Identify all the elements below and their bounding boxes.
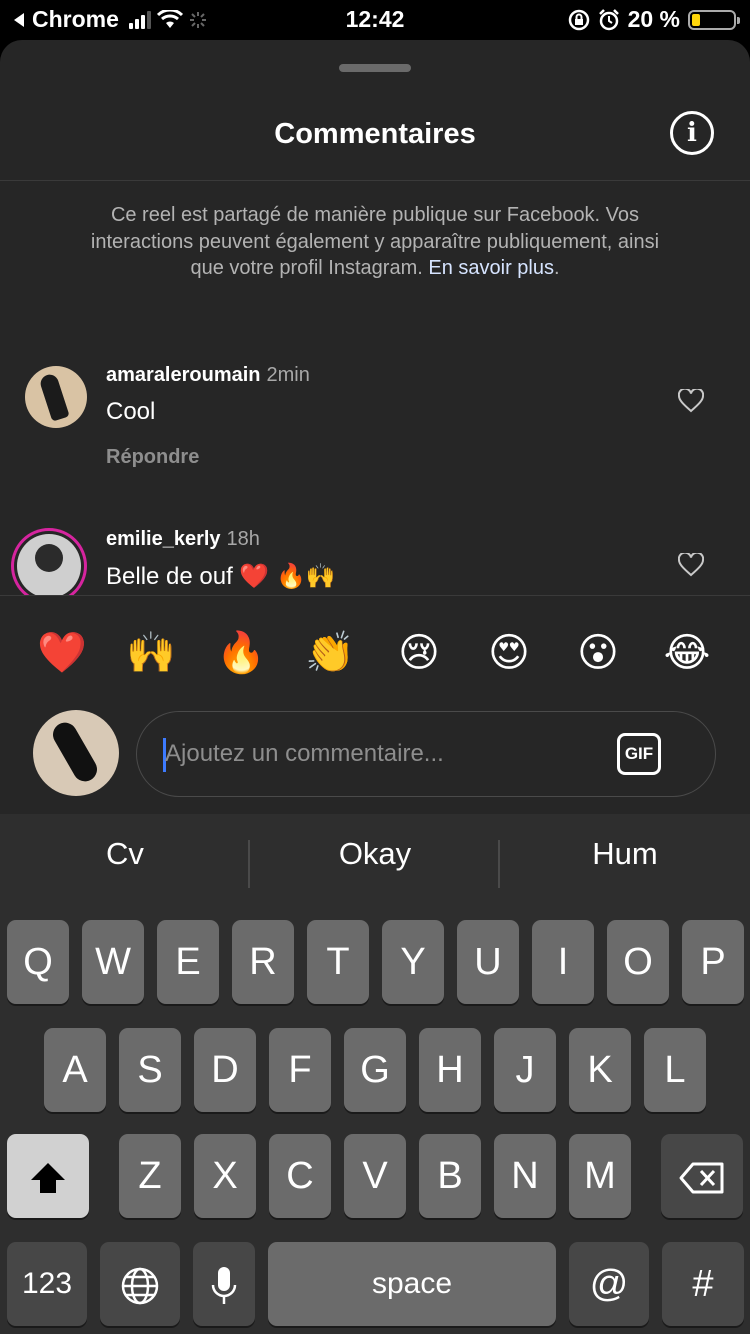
sheet-grabber[interactable]: [339, 64, 411, 72]
key-s[interactable]: S: [119, 1028, 181, 1112]
at-key[interactable]: @: [569, 1242, 649, 1326]
heart-outline-icon[interactable]: [678, 553, 704, 577]
notice-text: Ce reel est partagé de manière publique …: [90, 204, 660, 279]
key-k[interactable]: K: [569, 1028, 631, 1112]
emoji-laughing[interactable]: 😂: [662, 628, 712, 678]
key-g[interactable]: G: [344, 1028, 406, 1112]
keyboard: Cv Okay Hum Q W E R T Y U I O P A S D F …: [0, 814, 750, 1334]
shift-key[interactable]: [7, 1134, 89, 1218]
learn-more-link[interactable]: En savoir plus: [428, 257, 554, 279]
key-i[interactable]: I: [532, 920, 594, 1004]
backspace-key[interactable]: [661, 1134, 743, 1218]
alarm-icon: [598, 8, 619, 30]
comment-input[interactable]: Ajoutez un commentaire... GIF: [136, 711, 716, 797]
comment-text: Cool: [106, 398, 156, 425]
key-n[interactable]: N: [494, 1134, 556, 1218]
key-z[interactable]: Z: [119, 1134, 181, 1218]
comment-username[interactable]: emilie_kerly: [106, 528, 221, 550]
comment-composer: Ajoutez un commentaire... GIF: [0, 700, 750, 814]
gif-button[interactable]: GIF: [617, 733, 661, 775]
space-key[interactable]: space: [268, 1242, 556, 1326]
numbers-key[interactable]: 123: [7, 1242, 87, 1326]
comment-text: Belle de ouf ❤️ 🔥🙌: [106, 563, 336, 590]
key-y[interactable]: Y: [382, 920, 444, 1004]
key-j[interactable]: J: [494, 1028, 556, 1112]
battery-icon: [688, 9, 740, 30]
current-user-avatar: [33, 710, 119, 796]
emoji-crying[interactable]: 😢: [394, 628, 444, 678]
emoji-fire[interactable]: 🔥: [216, 628, 266, 678]
globe-key[interactable]: [100, 1242, 180, 1326]
emoji-raised-hands[interactable]: 🙌: [126, 628, 176, 678]
comments-sheet: Commentaires i Ce reel est partagé de ma…: [0, 40, 750, 814]
hash-key[interactable]: #: [662, 1242, 744, 1326]
microphone-icon: [211, 1266, 237, 1304]
suggestion-2[interactable]: Okay: [250, 836, 500, 872]
key-w[interactable]: W: [82, 920, 144, 1004]
shift-icon: [31, 1162, 65, 1193]
emoji-heart-eyes[interactable]: 😍: [484, 628, 534, 678]
key-x[interactable]: X: [194, 1134, 256, 1218]
key-t[interactable]: T: [307, 920, 369, 1004]
rotation-lock-icon: [568, 9, 589, 30]
sheet-title: Commentaires: [274, 118, 476, 150]
emoji-clapping[interactable]: 👏: [305, 628, 355, 678]
suggestion-3[interactable]: Hum: [500, 836, 750, 872]
comment-time: 2min: [266, 364, 310, 386]
backspace-icon: [679, 1162, 724, 1194]
suggestion-1[interactable]: Cv: [0, 836, 250, 872]
key-l[interactable]: L: [644, 1028, 706, 1112]
emoji-surprised[interactable]: 😮: [573, 628, 623, 678]
key-r[interactable]: R: [232, 920, 294, 1004]
header-divider: [0, 180, 750, 181]
key-e[interactable]: E: [157, 920, 219, 1004]
comment-time: 18h: [226, 528, 260, 550]
emoji-reaction-bar: ❤️ 🙌 🔥 👏 😢 😍 😮 😂: [0, 595, 750, 716]
comment-username[interactable]: amaraleroumain: [106, 364, 261, 386]
status-bar: Chrome 12:42 20 %: [0, 0, 750, 40]
notice-end: .: [553, 257, 560, 279]
comment-header: emilie_kerly 18h: [106, 528, 260, 551]
key-o[interactable]: O: [607, 920, 669, 1004]
key-h[interactable]: H: [419, 1028, 481, 1112]
dictation-key[interactable]: [193, 1242, 255, 1326]
facebook-sharing-notice: Ce reel est partagé de manière publique …: [90, 202, 660, 282]
heart-outline-icon[interactable]: [678, 389, 704, 413]
key-d[interactable]: D: [194, 1028, 256, 1112]
status-right: 20 %: [568, 6, 740, 33]
key-v[interactable]: V: [344, 1134, 406, 1218]
key-a[interactable]: A: [44, 1028, 106, 1112]
globe-icon: [121, 1267, 159, 1305]
key-q[interactable]: Q: [7, 920, 69, 1004]
key-p[interactable]: P: [682, 920, 744, 1004]
comment-header: amaraleroumain 2min: [106, 364, 310, 387]
avatar[interactable]: [17, 534, 81, 598]
key-c[interactable]: C: [269, 1134, 331, 1218]
avatar[interactable]: [25, 366, 87, 428]
battery-percent: 20 %: [627, 6, 680, 32]
comment-input-placeholder: Ajoutez un commentaire...: [165, 740, 444, 767]
reply-button[interactable]: Répondre: [106, 446, 199, 469]
key-u[interactable]: U: [457, 920, 519, 1004]
info-icon[interactable]: i: [670, 111, 714, 155]
key-b[interactable]: B: [419, 1134, 481, 1218]
key-m[interactable]: M: [569, 1134, 631, 1218]
emoji-heart[interactable]: ❤️: [37, 628, 87, 678]
key-f[interactable]: F: [269, 1028, 331, 1112]
